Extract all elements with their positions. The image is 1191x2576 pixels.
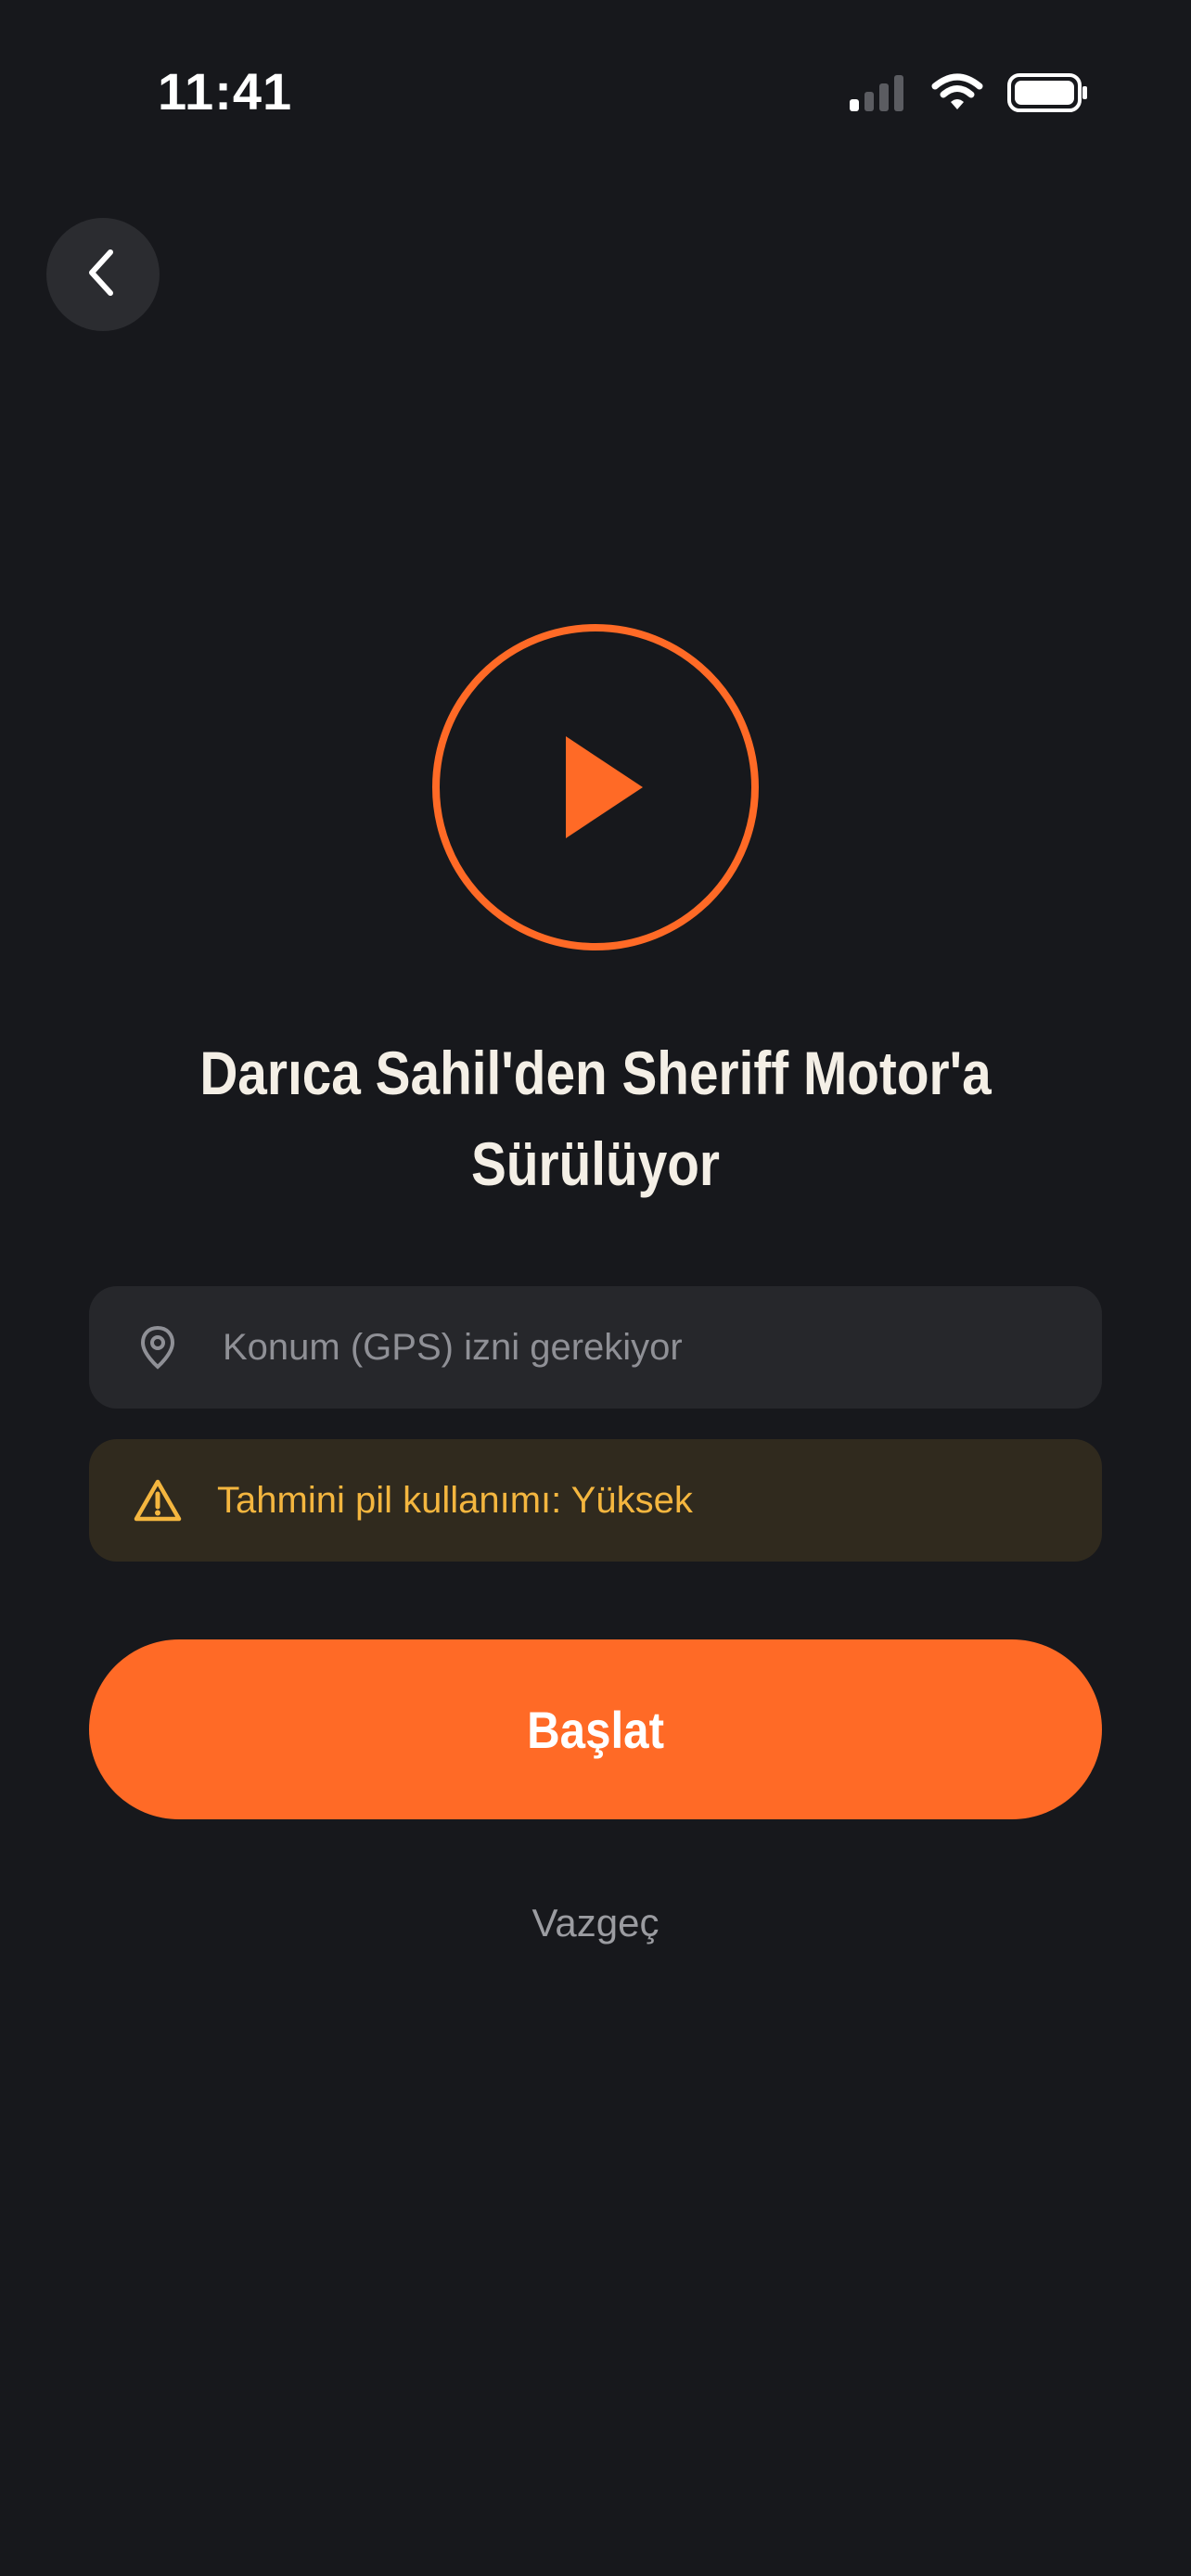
back-button[interactable] [46, 218, 160, 331]
warning-icon [132, 1474, 184, 1526]
battery-usage-text: Tahmini pil kullanımı: Yüksek [217, 1479, 693, 1521]
start-button[interactable]: Başlat [89, 1639, 1102, 1819]
status-icons [848, 72, 1089, 118]
cancel-button[interactable]: Vazgeç [0, 1901, 1191, 1945]
title-line-2: Sürülüyor [470, 1129, 721, 1198]
title-line-1: Darıca Sahil'den Sheriff Motor'a [199, 1039, 992, 1107]
gps-permission-text: Konum (GPS) izni gerekiyor [223, 1326, 683, 1368]
battery-icon [1007, 72, 1089, 118]
battery-usage-notice: Tahmini pil kullanımı: Yüksek [89, 1439, 1102, 1562]
signal-icon [848, 74, 907, 116]
start-button-label: Başlat [527, 1700, 664, 1759]
gps-permission-notice: Konum (GPS) izni gerekiyor [89, 1286, 1102, 1409]
wifi-icon [931, 73, 983, 117]
chevron-left-icon [83, 245, 123, 305]
status-bar: 11:41 [0, 0, 1191, 176]
status-time: 11:41 [158, 62, 293, 121]
play-circle-icon [431, 623, 760, 951]
page-title: Darıca Sahil'den Sheriff Motor'a Sürülüy… [163, 1027, 1028, 1209]
location-pin-icon [132, 1321, 184, 1373]
